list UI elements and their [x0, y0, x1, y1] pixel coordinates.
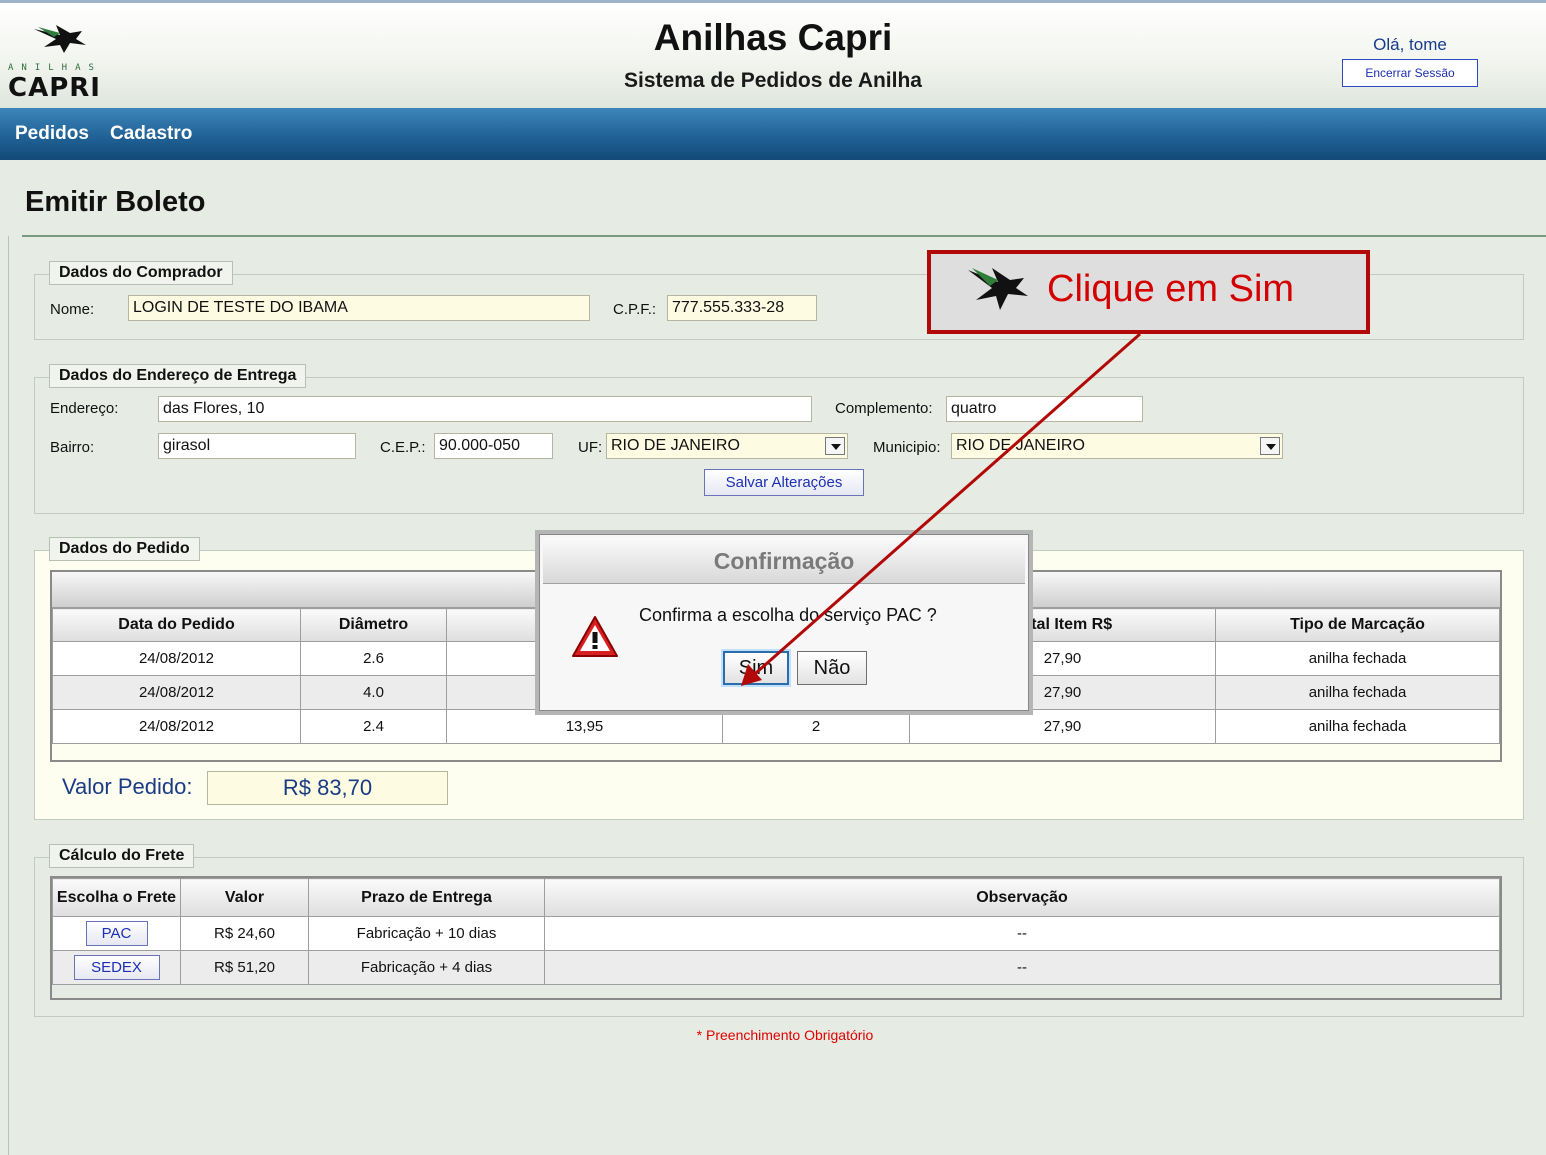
logout-button[interactable]: Encerrar Sessão — [1342, 59, 1478, 87]
app-title: Anilhas Capri — [653, 17, 893, 58]
comprador-legend: Dados do Comprador — [49, 261, 233, 285]
app-header: ANILHAS CAPRI Anilhas Capri Sistema de P… — [0, 0, 1546, 108]
valor-pedido-label: Valor Pedido: — [62, 774, 193, 799]
title-divider — [22, 235, 1546, 237]
cell: SEDEX — [52, 950, 181, 985]
frete-table: Escolha o Frete Valor Prazo de Entrega O… — [52, 878, 1500, 985]
complemento-label: Complemento: — [835, 400, 933, 417]
cell: -- — [544, 950, 1500, 985]
instruction-callout: Clique em Sim — [927, 250, 1370, 334]
complemento-field[interactable]: quatro — [946, 396, 1143, 422]
cell: 24/08/2012 — [52, 675, 301, 710]
user-greeting: Olá, tome — [1373, 35, 1447, 54]
cell: R$ 24,60 — [180, 916, 309, 951]
frete-header-row: Escolha o Frete Valor Prazo de Entrega O… — [52, 878, 1500, 917]
cpf-field[interactable]: 777.555.333-28 — [667, 295, 817, 321]
pac-button[interactable]: PAC — [85, 921, 148, 946]
app-subtitle: Sistema de Pedidos de Anilha — [624, 69, 922, 92]
bairro-field[interactable]: girasol — [158, 433, 356, 459]
frete-legend: Cálculo do Frete — [49, 844, 195, 868]
callout-text: Clique em Sim — [1047, 268, 1295, 310]
cell: 4.0 — [300, 675, 447, 710]
col-data-pedido[interactable]: Data do Pedido — [52, 608, 301, 642]
cell: Fabricação + 4 dias — [308, 950, 545, 985]
col-escolha-frete[interactable]: Escolha o Frete — [52, 878, 181, 917]
page-border — [8, 236, 22, 1155]
main-nav: Pedidos Cadastro — [0, 108, 1546, 160]
nome-label: Nome: — [50, 301, 95, 318]
col-valor[interactable]: Valor — [180, 878, 309, 917]
warning-icon — [572, 616, 618, 657]
endereco-label: Endereço: — [50, 400, 119, 417]
chevron-down-icon[interactable] — [825, 437, 845, 455]
cell: 2.4 — [300, 709, 447, 744]
cell: Fabricação + 10 dias — [308, 916, 545, 951]
cell: anilha fechada — [1215, 641, 1500, 676]
col-prazo[interactable]: Prazo de Entrega — [308, 878, 545, 917]
col-observacao[interactable]: Observação — [544, 878, 1500, 917]
uf-label: UF: — [578, 439, 603, 456]
pedido-legend: Dados do Pedido — [49, 537, 200, 561]
nome-field[interactable]: LOGIN DE TESTE DO IBAMA — [128, 295, 590, 321]
dialog-message: Confirma a escolha do serviço PAC ? — [639, 605, 937, 625]
yes-button[interactable]: Sim — [723, 651, 789, 685]
chevron-down-icon[interactable] — [1260, 437, 1280, 455]
no-button[interactable]: Não — [797, 651, 867, 685]
cell: anilha fechada — [1215, 709, 1500, 744]
municipio-selected: RIO DE JANEIRO — [956, 437, 1085, 454]
table-row: PAC R$ 24,60 Fabricação + 10 dias -- — [52, 916, 1500, 951]
uf-select[interactable]: RIO DE JANEIRO — [606, 433, 848, 459]
confirm-dialog: Confirmação Confirma a escolha do serviç… — [535, 530, 1033, 715]
col-tipo-marcacao[interactable]: Tipo de Marcação — [1215, 608, 1500, 642]
cep-label: C.E.P.: — [380, 439, 426, 456]
cell: -- — [544, 916, 1500, 951]
municipio-select[interactable]: RIO DE JANEIRO — [951, 433, 1283, 459]
dialog-title: Confirmação — [543, 538, 1025, 584]
table-row: SEDEX R$ 51,20 Fabricação + 4 dias -- — [52, 950, 1500, 985]
cell: PAC — [52, 916, 181, 951]
municipio-label: Municipio: — [873, 439, 941, 456]
page-title: Emitir Boleto — [25, 186, 206, 218]
save-changes-button[interactable]: Salvar Alterações — [704, 469, 864, 496]
bird-icon — [968, 268, 1028, 310]
cep-field[interactable]: 90.000-050 — [434, 433, 553, 459]
required-note: * Preenchimento Obrigatório — [696, 1027, 874, 1043]
col-diametro[interactable]: Diâmetro — [300, 608, 447, 642]
nav-item-cadastro[interactable]: Cadastro — [110, 123, 192, 145]
valor-pedido-field: R$ 83,70 — [207, 771, 448, 805]
uf-selected: RIO DE JANEIRO — [611, 437, 740, 454]
endereco-field[interactable]: das Flores, 10 — [158, 396, 812, 422]
cell: 24/08/2012 — [52, 709, 301, 744]
nav-item-pedidos[interactable]: Pedidos — [15, 123, 89, 145]
cell: anilha fechada — [1215, 675, 1500, 710]
cpf-label: C.P.F.: — [613, 301, 657, 318]
bairro-label: Bairro: — [50, 439, 95, 456]
sedex-button[interactable]: SEDEX — [73, 955, 160, 980]
endereco-legend: Dados do Endereço de Entrega — [49, 364, 307, 388]
cell: 24/08/2012 — [52, 641, 301, 676]
cell: 2.6 — [300, 641, 447, 676]
cell: R$ 51,20 — [180, 950, 309, 985]
